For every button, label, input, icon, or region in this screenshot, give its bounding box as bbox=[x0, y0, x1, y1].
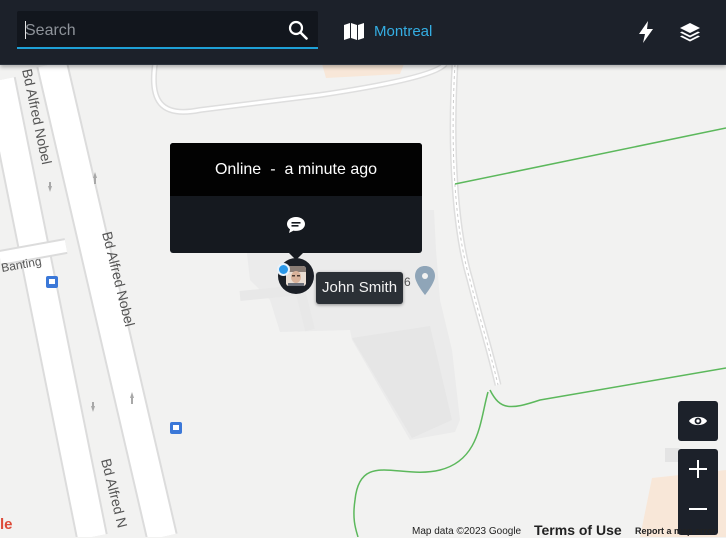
popup-actions bbox=[170, 196, 422, 253]
online-status-dot bbox=[277, 263, 290, 276]
plus-icon bbox=[689, 460, 707, 478]
search-box[interactable] bbox=[17, 11, 318, 49]
bus-stop-icon[interactable] bbox=[170, 422, 182, 434]
status-text: Online bbox=[214, 160, 262, 178]
minus-icon bbox=[689, 508, 707, 510]
status-separator: - bbox=[270, 160, 276, 178]
eye-icon bbox=[689, 416, 707, 426]
search-input[interactable] bbox=[25, 20, 275, 42]
map-canvas[interactable]: Bd Alfred Nobel Bd Alfred Nobel Bd Alfre… bbox=[0, 0, 726, 537]
terms-of-use-link[interactable]: Terms of Use bbox=[534, 522, 622, 538]
address-number: 6 bbox=[404, 275, 411, 289]
city-selector[interactable]: Montreal bbox=[374, 22, 432, 41]
chat-icon[interactable] bbox=[286, 215, 306, 235]
text-caret bbox=[25, 21, 26, 39]
user-name-label[interactable]: John Smith bbox=[316, 272, 404, 304]
report-map-error-link[interactable]: Report a map error bbox=[635, 526, 716, 536]
layers-icon[interactable] bbox=[679, 21, 701, 43]
bus-stop-icon[interactable] bbox=[46, 276, 58, 288]
user-status-popup: Online - a minute ago bbox=[170, 143, 422, 253]
visibility-toggle-button[interactable] bbox=[678, 401, 718, 441]
search-icon[interactable] bbox=[288, 20, 308, 40]
map-data-credit: Map data ©2023 Google bbox=[412, 526, 522, 537]
map-attribution: Map data ©2023 Google Terms of Use Repor… bbox=[0, 519, 726, 538]
status-line: Online - a minute ago bbox=[170, 143, 422, 196]
top-toolbar: Montreal bbox=[0, 0, 726, 65]
zoom-in-button[interactable] bbox=[678, 449, 718, 489]
map-icon[interactable] bbox=[343, 22, 365, 41]
bolt-icon[interactable] bbox=[637, 20, 655, 44]
last-seen-text: a minute ago bbox=[284, 160, 378, 178]
